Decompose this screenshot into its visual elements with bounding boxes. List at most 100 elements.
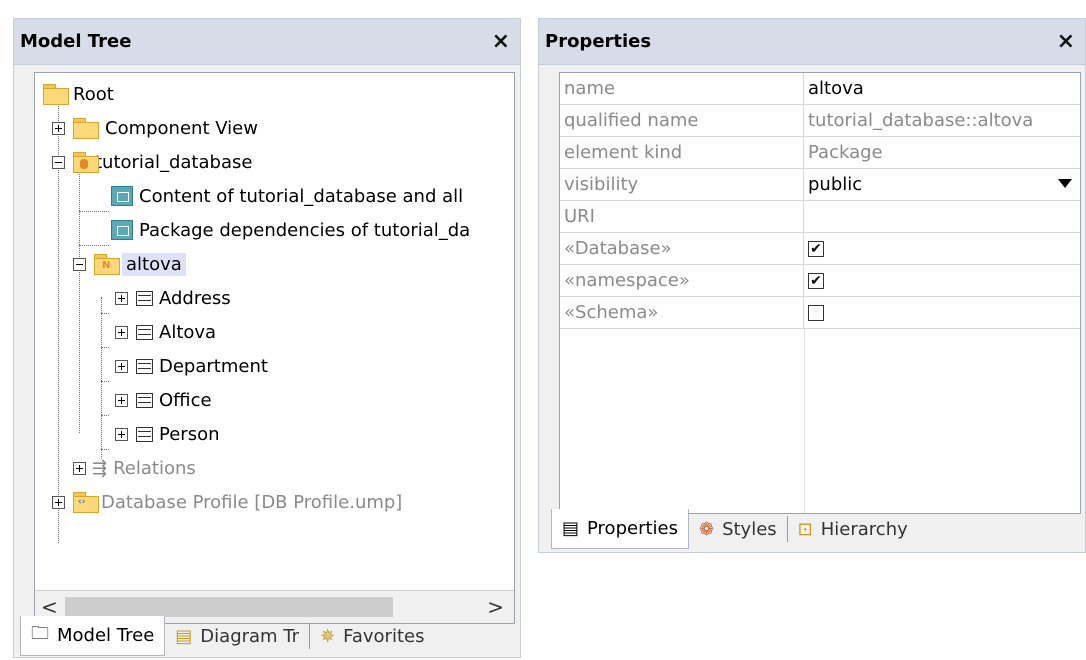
package-diagram-icon xyxy=(111,220,133,240)
dropdown-arrow-icon[interactable] xyxy=(1058,179,1072,188)
tree-node-component-view[interactable]: Component View xyxy=(52,113,258,143)
expand-icon[interactable] xyxy=(115,325,128,339)
property-row-visibility[interactable]: visibility public xyxy=(560,169,1080,201)
tree-node-altova-table[interactable]: Altova xyxy=(115,317,216,347)
table-icon xyxy=(136,426,153,442)
tree-node-relations[interactable]: ⇶ Relations xyxy=(73,453,196,483)
properties-title: Properties xyxy=(545,31,652,52)
model-tree-header: Model Tree × xyxy=(14,19,520,65)
diagram-tree-icon: ▤ xyxy=(175,625,193,647)
tab-label: Hierarchy xyxy=(820,518,908,540)
model-tree-panel: Model Tree × Root Component View tutoria… xyxy=(13,18,521,658)
expand-icon[interactable] xyxy=(115,427,128,441)
tree-node-label: Altova xyxy=(159,321,217,343)
visibility-select[interactable]: public xyxy=(804,169,1080,200)
tree-node-label: Package dependencies of tutorial_da xyxy=(139,219,471,241)
collapse-icon[interactable] xyxy=(52,155,65,169)
schema-checkbox[interactable] xyxy=(808,304,824,321)
tree-node-label: Address xyxy=(159,287,231,309)
property-row-element-kind: element kind Package xyxy=(560,137,1080,169)
database-diagram-icon xyxy=(111,186,133,206)
expand-icon[interactable] xyxy=(52,495,65,509)
table-icon xyxy=(136,290,153,306)
table-icon xyxy=(136,324,153,340)
tab-model-tree[interactable]: 🗀 Model Tree xyxy=(20,616,166,656)
property-name: «Schema» xyxy=(560,297,804,328)
collapse-icon[interactable] xyxy=(73,257,86,271)
property-name: name xyxy=(560,73,804,104)
tab-label: Favorites xyxy=(343,625,425,647)
namespace-checkbox[interactable]: ✔ xyxy=(808,272,824,289)
tab-label: Model Tree xyxy=(57,625,155,646)
profile-folder-icon: ‹› xyxy=(73,492,99,513)
tree-node-label: Database Profile [DB Profile.ump] xyxy=(101,491,403,513)
tab-hierarchy[interactable]: ⊡ Hierarchy xyxy=(788,509,918,549)
tree-node-altova[interactable]: N altova xyxy=(73,249,186,279)
expand-icon[interactable] xyxy=(115,359,128,373)
properties-tabs: ▤ Properties ❁ Styles ⊡ Hierarchy xyxy=(551,509,918,549)
tab-label: Diagram Tr xyxy=(200,625,300,647)
property-row-schema[interactable]: «Schema» xyxy=(560,297,1080,329)
property-row-qualified-name: qualified name tutorial_database::altova xyxy=(560,105,1080,137)
tree-node-office[interactable]: Office xyxy=(115,385,212,415)
property-value: tutorial_database::altova xyxy=(808,110,1034,131)
database-checkbox[interactable]: ✔ xyxy=(808,240,824,257)
tab-favorites[interactable]: ✵ Favorites xyxy=(310,616,434,656)
visibility-value: public xyxy=(808,174,863,195)
tree-node-department[interactable]: Department xyxy=(115,351,268,381)
property-name: «Database» xyxy=(560,233,804,264)
properties-panel: Properties × name altova qualified name … xyxy=(538,18,1086,553)
tab-styles[interactable]: ❁ Styles xyxy=(689,509,787,549)
relations-icon: ⇶ xyxy=(92,457,108,479)
properties-close-button[interactable]: × xyxy=(1057,30,1075,53)
model-tree-close-button[interactable]: × xyxy=(492,30,510,53)
tree-node-person[interactable]: Person xyxy=(115,419,220,449)
property-name: element kind xyxy=(560,137,804,168)
expand-icon[interactable] xyxy=(73,461,86,475)
property-value: Package xyxy=(808,142,883,163)
palette-icon: ❁ xyxy=(698,518,715,540)
tree-node-package-dependencies[interactable]: Package dependencies of tutorial_da xyxy=(111,215,470,245)
database-folder-icon xyxy=(73,152,99,173)
model-tree-view[interactable]: Root Component View tutorial_database Co… xyxy=(34,72,515,624)
property-value-input[interactable]: altova xyxy=(804,73,1080,104)
tab-diagram-tree[interactable]: ▤ Diagram Tr xyxy=(165,616,309,656)
tree-node-database-profile[interactable]: ‹› Database Profile [DB Profile.ump] xyxy=(52,487,402,517)
scroll-right-button[interactable]: > xyxy=(487,595,504,619)
tab-label: Styles xyxy=(722,518,777,540)
folder-icon: 🗀 xyxy=(31,622,49,644)
expand-icon[interactable] xyxy=(115,393,128,407)
expand-icon[interactable] xyxy=(52,121,65,135)
tree-content: Root Component View tutorial_database Co… xyxy=(35,73,514,591)
property-name: qualified name xyxy=(560,105,804,136)
model-tree-title: Model Tree xyxy=(20,31,132,52)
uri-input[interactable] xyxy=(804,201,1080,232)
property-row-database[interactable]: «Database» ✔ xyxy=(560,233,1080,265)
tree-node-label: Department xyxy=(159,355,268,377)
tree-node-label: Component View xyxy=(105,117,258,139)
tree-node-label: Person xyxy=(159,423,220,445)
tree-node-tutorial-database[interactable]: tutorial_database xyxy=(52,147,252,177)
expand-icon[interactable] xyxy=(115,291,128,305)
scrollbar-thumb[interactable] xyxy=(65,597,393,617)
tree-node-address[interactable]: Address xyxy=(115,283,231,313)
tree-node-content-diagram[interactable]: Content of tutorial_database and all xyxy=(111,181,463,211)
favorites-icon: ✵ xyxy=(320,625,336,647)
properties-grid: name altova qualified name tutorial_data… xyxy=(559,72,1081,514)
tree-node-label: Office xyxy=(159,389,212,411)
tree-node-label: Content of tutorial_database and all xyxy=(139,185,464,207)
tab-properties[interactable]: ▤ Properties xyxy=(551,509,689,549)
model-tree-tabs: 🗀 Model Tree ▤ Diagram Tr ✵ Favorites xyxy=(20,616,434,656)
table-icon xyxy=(136,392,153,408)
hierarchy-icon: ⊡ xyxy=(797,518,813,540)
property-name: «namespace» xyxy=(560,265,804,296)
property-row-uri[interactable]: URI xyxy=(560,201,1080,233)
properties-header: Properties × xyxy=(539,19,1085,65)
property-row-name[interactable]: name altova xyxy=(560,73,1080,105)
property-name: URI xyxy=(560,201,804,232)
property-row-namespace[interactable]: «namespace» ✔ xyxy=(560,265,1080,297)
tree-node-root[interactable]: Root xyxy=(43,79,114,109)
folder-icon xyxy=(73,118,99,139)
column-divider xyxy=(804,329,805,513)
tree-node-label: tutorial_database xyxy=(95,151,253,173)
